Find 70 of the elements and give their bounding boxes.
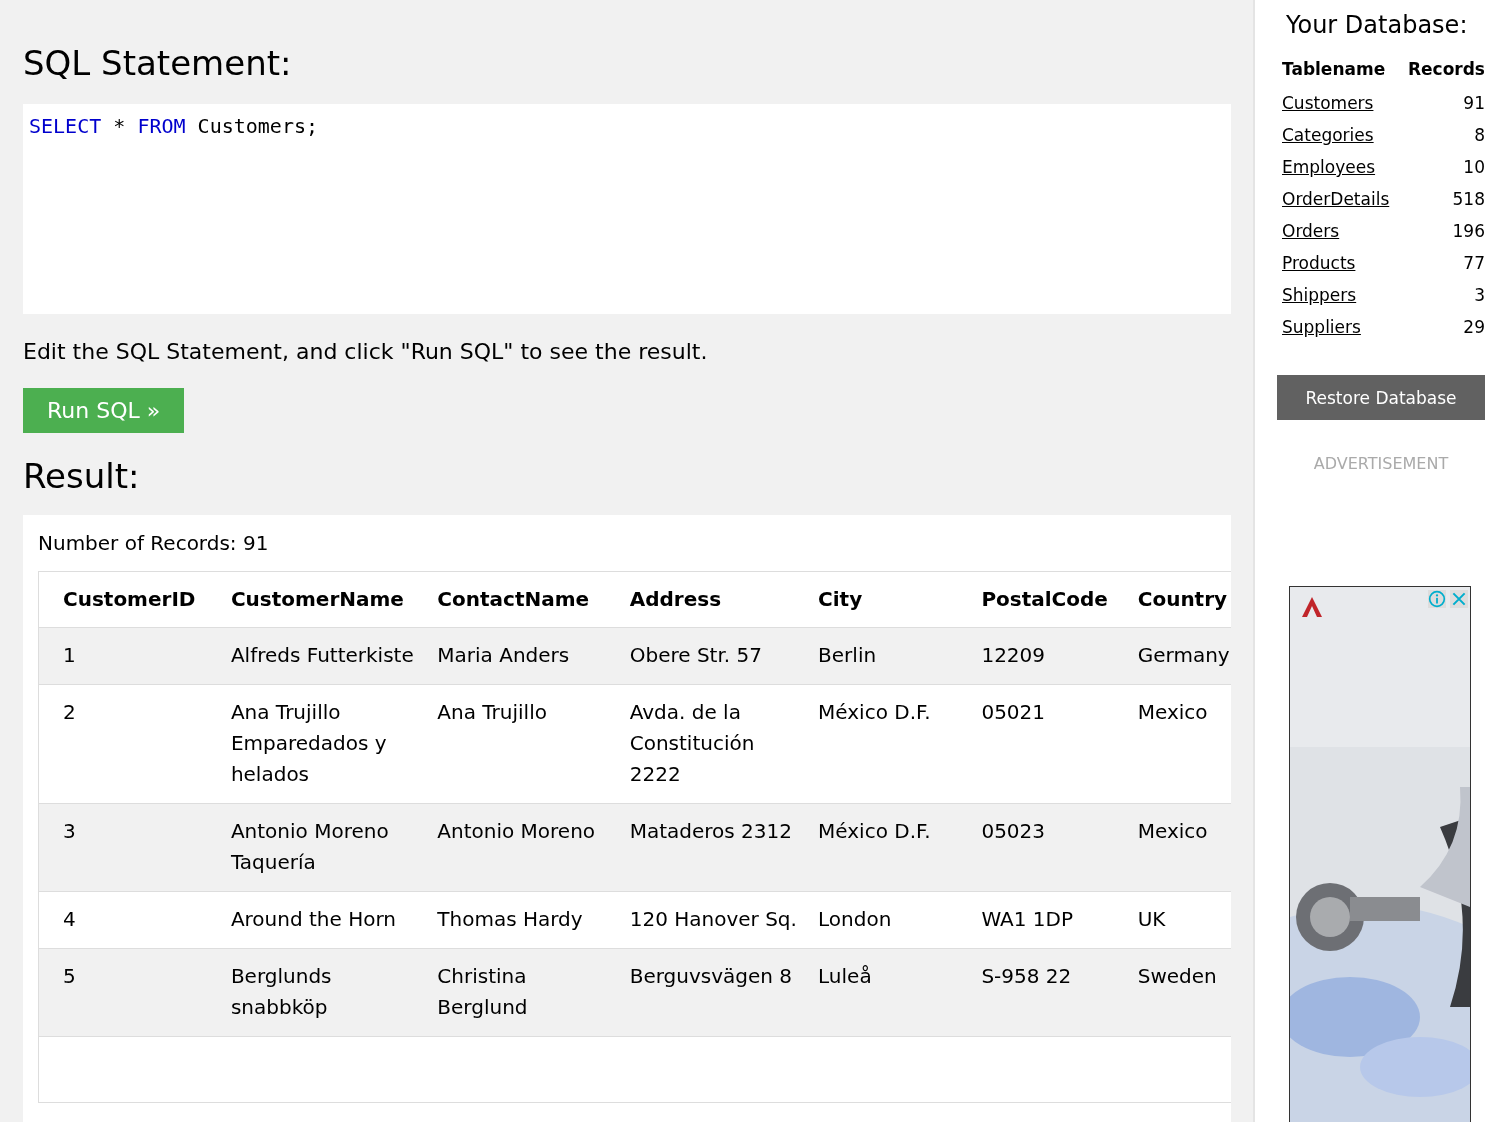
column-header: Country	[1137, 586, 1228, 611]
table-cell: Ana Trujillo Emparedados y helados	[230, 699, 387, 786]
column-header: Records	[1407, 59, 1485, 79]
column-header: PostalCode	[981, 586, 1108, 611]
table-link[interactable]: Orders	[1282, 221, 1340, 241]
table-cell: Mataderos 2312	[629, 818, 792, 843]
table-link[interactable]: Shippers	[1282, 285, 1357, 305]
table-cell: Around the Horn	[230, 906, 396, 931]
table-cell: Berguvsvägen 8	[629, 963, 793, 988]
column-header: CustomerID	[63, 586, 196, 611]
record-count: 91	[1463, 93, 1485, 113]
section-heading: SQL Statement:	[23, 43, 293, 84]
table-cell: México D.F.	[818, 699, 931, 724]
table-cell: 05021	[981, 699, 1046, 724]
table-cell: Berglunds snabbköp	[230, 963, 332, 1019]
table-cell: Thomas Hardy	[437, 906, 583, 931]
column-header: Tablename	[1282, 59, 1386, 79]
table-cell: Berlin	[818, 642, 877, 667]
table-cell: Ana Trujillo	[437, 699, 547, 724]
record-count: 77	[1463, 253, 1485, 273]
restore-database-button[interactable]: Restore Database	[1277, 375, 1485, 420]
table-cell: Sweden	[1137, 963, 1217, 988]
table-link[interactable]: Customers	[1282, 93, 1374, 113]
table-link[interactable]: Suppliers	[1282, 317, 1361, 337]
column-header: ContactName	[437, 586, 590, 611]
table-cell: México D.F.	[818, 818, 931, 843]
sidebar-title: Your Database:	[1286, 11, 1469, 39]
table-cell: 3	[63, 818, 76, 843]
table-cell: London	[818, 906, 892, 931]
code-editor[interactable]: SELECT * FROM Customers;	[23, 103, 1231, 314]
table-cell: 12209	[981, 642, 1046, 667]
column-header: Address	[629, 586, 722, 611]
close-icon[interactable]	[1450, 590, 1468, 608]
record-count: 8	[1474, 125, 1485, 145]
table-cell: 120 Hanover Sq.	[629, 906, 797, 931]
table-cell: 1	[63, 642, 76, 667]
table-cell: 5	[63, 963, 76, 988]
table-cell: Mexico	[1137, 699, 1208, 724]
table-link[interactable]: OrderDetails	[1282, 189, 1390, 209]
record-count: 29	[1463, 317, 1485, 337]
record-count: 518	[1452, 189, 1485, 209]
info-icon[interactable]	[1428, 590, 1446, 608]
table-cell: Alfreds Futterkiste	[230, 642, 414, 667]
table-cell: S-958 22	[981, 963, 1072, 988]
table-cell: 2	[63, 699, 76, 724]
table-cell: Obere Str. 57	[629, 642, 762, 667]
column-header: City	[818, 586, 863, 611]
record-count: 3	[1474, 285, 1485, 305]
table-link[interactable]: Employees	[1282, 157, 1376, 177]
record-count: 196	[1452, 221, 1485, 241]
table-link[interactable]: Categories	[1282, 125, 1374, 145]
table-cell: Antonio Moreno	[437, 818, 596, 843]
table-cell: Germany	[1137, 642, 1230, 667]
table-cell: Christina Berglund	[437, 963, 528, 1019]
table-cell: Maria Anders	[437, 642, 570, 667]
table-cell: Antonio Moreno Taquería	[230, 818, 389, 874]
record-count: Number of Records: 91	[38, 530, 270, 555]
table-cell: WA1 1DP	[981, 906, 1074, 931]
column-header: CustomerName	[230, 586, 404, 611]
instructions: Edit the SQL Statement, and click "Run SQL" to see the result.	[23, 338, 709, 364]
table-cell: Mexico	[1137, 818, 1208, 843]
ad-label: ADVERTISEMENT	[1312, 454, 1450, 473]
table-cell: UK	[1137, 906, 1166, 931]
record-count: 10	[1463, 157, 1485, 177]
table-cell: Avda. de la Constitución 2222	[629, 699, 755, 786]
table-cell: 05023	[981, 818, 1046, 843]
table-cell: Luleå	[818, 963, 872, 988]
table-cell: 4	[63, 906, 76, 931]
table-link[interactable]: Products	[1282, 253, 1356, 273]
section-heading: Result:	[23, 455, 141, 497]
